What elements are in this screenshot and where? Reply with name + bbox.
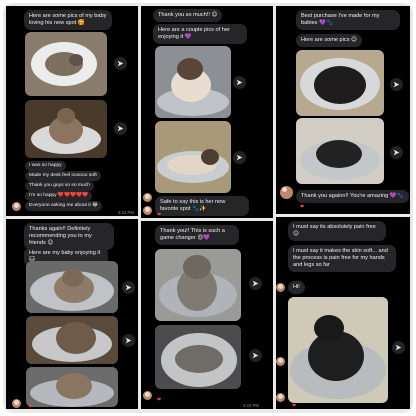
paper-plane-icon: [252, 352, 259, 359]
cat-photo: [155, 121, 231, 193]
paper-plane-icon: [117, 60, 124, 67]
avatar: [143, 206, 152, 215]
message-bubble: Thank you againn!! You're amazing 💜🐾: [296, 190, 409, 203]
cat-head-shape: [201, 149, 219, 165]
cat-head-shape: [314, 315, 344, 341]
paper-plane-icon: [252, 280, 259, 287]
message-bubble: I must say it makes the skin soft... and…: [288, 245, 396, 272]
paper-plane-icon: [395, 344, 402, 351]
avatar: [276, 393, 285, 402]
share-button[interactable]: [249, 349, 262, 362]
message-bubble: I must say its absolutely pain free 😊: [288, 221, 386, 241]
cat-head-shape: [177, 58, 203, 80]
share-button[interactable]: [233, 151, 246, 164]
cat-photo: [26, 316, 118, 364]
avatar: [143, 391, 152, 400]
paper-plane-icon: [393, 149, 400, 156]
cat-body-shape: [175, 345, 223, 373]
cat-photo: [155, 249, 241, 321]
share-button[interactable]: [114, 122, 127, 135]
cat-photo: [155, 46, 231, 118]
share-button[interactable]: [392, 341, 405, 354]
paper-plane-icon: [393, 81, 400, 88]
cat-head-shape: [69, 54, 83, 66]
avatar: [276, 283, 285, 292]
message-bubble: Everyone asking me about it 😂: [25, 201, 102, 211]
cat-photo: [25, 100, 107, 158]
cat-head-shape: [183, 255, 211, 279]
heart-reaction-icon: ❤: [157, 212, 162, 218]
cat-body-shape: [316, 140, 362, 168]
paper-plane-icon: [236, 154, 243, 161]
cat-photo: [26, 367, 118, 407]
message-bubble: Hi!: [288, 281, 305, 294]
message-bubble: Best purchase I've made for my babies 💜🐾: [296, 10, 400, 30]
cat-body-shape: [314, 66, 366, 104]
message-bubble: Thanks again!! Definitely recommending y…: [24, 223, 114, 250]
share-button[interactable]: [122, 281, 135, 294]
message-bubble: Safe to say this is her new favorite spo…: [155, 196, 249, 216]
chat-panel-5: Best purchase I've made for my babies 💜🐾…: [276, 6, 410, 214]
cat-body-shape: [56, 373, 92, 399]
paper-plane-icon: [125, 337, 132, 344]
heart-reaction-icon: ❤: [157, 397, 162, 403]
cat-photo: [155, 325, 241, 389]
share-button[interactable]: [249, 277, 262, 290]
share-button[interactable]: [122, 334, 135, 347]
cat-photo: [26, 261, 118, 313]
cat-photo: [296, 118, 384, 184]
chat-panel-3: Thank you so much!! 😊 Here are a couple …: [141, 6, 273, 218]
share-button[interactable]: [390, 146, 403, 159]
testimonial-collage: Here are some pics of my baby loving his…: [3, 3, 413, 413]
cat-photo: [25, 32, 107, 96]
chat-panel-4: Thank you!! This is such a game changer …: [141, 221, 273, 409]
share-button[interactable]: [114, 57, 127, 70]
chat-panel-1: Here are some pics of my baby loving his…: [6, 6, 138, 216]
message-bubble: Here are some pics 😊: [296, 34, 362, 47]
timestamp: 3:31 PM: [118, 210, 135, 215]
paper-plane-icon: [125, 284, 132, 291]
chat-panel-2: Thanks again!! Definitely recommending y…: [6, 219, 138, 409]
message-bubble: Made my desk feel sooooo soft: [25, 171, 101, 181]
avatar: [12, 399, 21, 408]
share-button[interactable]: [233, 76, 246, 89]
cat-photo: [296, 50, 384, 116]
chat-panel-6: I must say its absolutely pain free 😊 I …: [276, 217, 410, 409]
avatar: [280, 186, 293, 199]
heart-reaction-icon: ❤: [292, 403, 297, 409]
avatar: [143, 193, 152, 202]
share-button[interactable]: [390, 78, 403, 91]
avatar: [12, 202, 21, 211]
cat-photo: [288, 297, 388, 403]
heart-reaction-icon: ❤: [28, 404, 33, 409]
message-bubble: Thank you guys so so much: [25, 181, 94, 191]
cat-body-shape: [56, 322, 96, 354]
timestamp: 4:22 PM: [243, 403, 260, 408]
cat-head-shape: [62, 269, 84, 287]
paper-plane-icon: [117, 125, 124, 132]
avatar: [276, 357, 285, 366]
cat-head-shape: [57, 108, 75, 124]
message-bubble: Here are some pics of my baby loving his…: [24, 10, 112, 30]
message-bubble: I'm so happy ❤️❤️❤️❤️❤️: [25, 191, 93, 201]
message-bubble: Here are a couple pics of her enjoying i…: [153, 24, 247, 44]
paper-plane-icon: [236, 79, 243, 86]
message-bubble: Thank you so much!! 😊: [153, 9, 223, 22]
message-bubble: I was so happy: [25, 161, 66, 171]
message-bubble: Thank you!! This is such a game changer …: [155, 225, 239, 245]
heart-reaction-icon: ❤: [300, 204, 305, 210]
